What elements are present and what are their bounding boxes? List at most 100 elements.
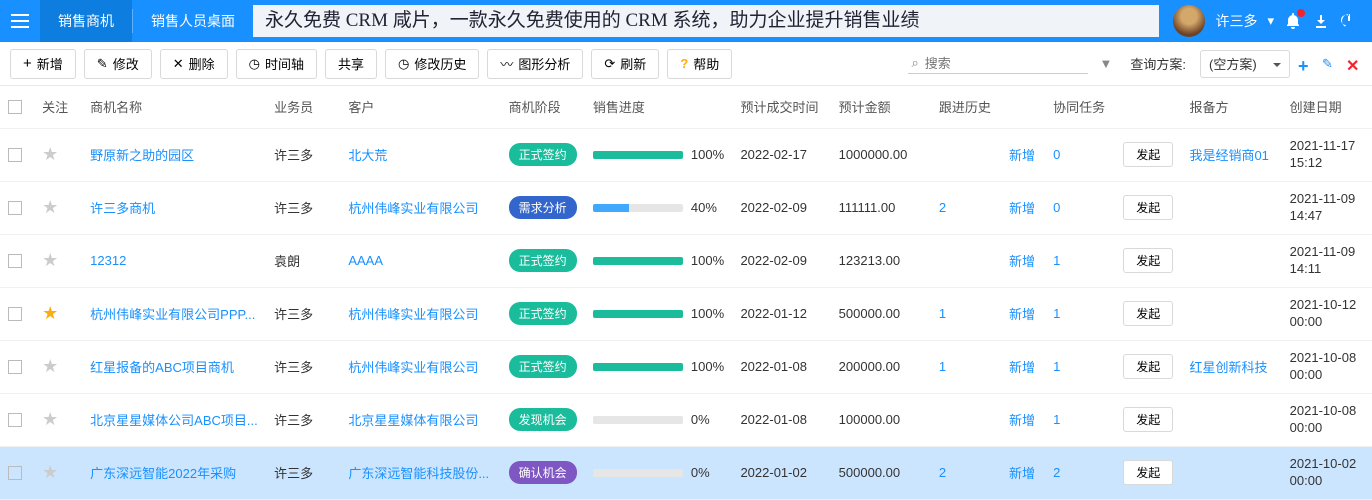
tab-sales-desktop[interactable]: 销售人员桌面: [133, 0, 253, 42]
follow-history-link[interactable]: 1: [939, 306, 946, 321]
download-icon[interactable]: [1312, 12, 1330, 30]
customer-link[interactable]: 杭州伟峰实业有限公司: [348, 360, 478, 375]
add-follow-link[interactable]: 新增: [1009, 254, 1035, 269]
initiate-button[interactable]: 发起: [1123, 142, 1173, 167]
coop-count-link[interactable]: 2: [1053, 465, 1060, 480]
table-row[interactable]: ★12312袁朗AAAA正式签约100%2022-02-09123213.00新…: [0, 234, 1372, 287]
menu-button[interactable]: [0, 0, 40, 42]
follow-history-link[interactable]: 2: [939, 200, 946, 215]
star-icon[interactable]: ★: [42, 356, 58, 376]
refresh-button[interactable]: 刷新: [591, 49, 659, 79]
chart-button[interactable]: 图形分析: [487, 49, 583, 79]
star-icon[interactable]: ★: [42, 250, 58, 270]
logout-icon[interactable]: [1340, 12, 1358, 30]
initiate-button[interactable]: 发起: [1123, 248, 1173, 273]
add-button[interactable]: 新增: [10, 49, 76, 79]
customer-link[interactable]: 北京星星媒体有限公司: [348, 413, 478, 428]
col-stage[interactable]: 商机阶段: [501, 86, 585, 128]
avatar[interactable]: [1173, 5, 1205, 37]
opportunity-name-link[interactable]: 12312: [90, 253, 126, 268]
customer-link[interactable]: 广东深远智能科技股份...: [348, 466, 489, 481]
coop-count-link[interactable]: 1: [1053, 253, 1060, 268]
initiate-button[interactable]: 发起: [1123, 460, 1173, 485]
star-icon[interactable]: ★: [42, 303, 58, 323]
col-reporter[interactable]: 报备方: [1181, 86, 1281, 128]
opportunity-name-link[interactable]: 野原新之助的园区: [90, 148, 194, 163]
initiate-button[interactable]: 发起: [1123, 354, 1173, 379]
opportunity-name-link[interactable]: 红星报备的ABC项目商机: [90, 360, 234, 375]
table-row[interactable]: ★杭州伟峰实业有限公司PPP...许三多杭州伟峰实业有限公司正式签约100%20…: [0, 287, 1372, 340]
col-follow[interactable]: 关注: [34, 86, 82, 128]
user-name[interactable]: 许三多: [1215, 11, 1257, 31]
star-icon[interactable]: ★: [42, 144, 58, 164]
plan-edit-icon[interactable]: ✎: [1322, 56, 1338, 72]
table-row[interactable]: ★红星报备的ABC项目商机许三多杭州伟峰实业有限公司正式签约100%2022-0…: [0, 340, 1372, 393]
share-button[interactable]: 共享: [325, 49, 377, 79]
coop-count-link[interactable]: 1: [1053, 359, 1060, 374]
col-agent[interactable]: 业务员: [266, 86, 340, 128]
table-row[interactable]: ★广东深远智能2022年采购许三多广东深远智能科技股份...确认机会0%2022…: [0, 446, 1372, 499]
add-follow-link[interactable]: 新增: [1009, 307, 1035, 322]
coop-count-link[interactable]: 1: [1053, 306, 1060, 321]
plan-select[interactable]: (空方案): [1200, 50, 1290, 78]
opportunity-name-link[interactable]: 许三多商机: [90, 201, 155, 216]
add-follow-link[interactable]: 新增: [1009, 466, 1035, 481]
initiate-button[interactable]: 发起: [1123, 195, 1173, 220]
select-all-checkbox[interactable]: [8, 100, 22, 114]
customer-link[interactable]: 杭州伟峰实业有限公司: [348, 201, 478, 216]
row-checkbox[interactable]: [8, 201, 22, 215]
customer-link[interactable]: 北大荒: [348, 148, 387, 163]
chevron-down-icon[interactable]: ▾: [1267, 13, 1274, 29]
search-input[interactable]: [925, 56, 1101, 71]
filter-icon[interactable]: ▼: [1096, 56, 1117, 71]
follow-history-link[interactable]: 1: [939, 359, 946, 374]
row-checkbox[interactable]: [8, 413, 22, 427]
customer-link[interactable]: 杭州伟峰实业有限公司: [348, 307, 478, 322]
col-expect-amount[interactable]: 预计金额: [831, 86, 931, 128]
help-button[interactable]: 帮助: [667, 49, 732, 79]
col-progress[interactable]: 销售进度: [585, 86, 733, 128]
reporter-link[interactable]: 我是经销商01: [1189, 148, 1268, 163]
table-row[interactable]: ★许三多商机许三多杭州伟峰实业有限公司需求分析40%2022-02-091111…: [0, 181, 1372, 234]
opportunity-name-link[interactable]: 杭州伟峰实业有限公司PPP...: [90, 307, 255, 322]
coop-count-link[interactable]: 0: [1053, 200, 1060, 215]
history-button[interactable]: 修改历史: [385, 49, 479, 79]
expect-amount-cell: 123213.00: [831, 234, 931, 287]
star-icon[interactable]: ★: [42, 462, 58, 482]
follow-history-link[interactable]: 2: [939, 465, 946, 480]
row-checkbox[interactable]: [8, 254, 22, 268]
add-follow-link[interactable]: 新增: [1009, 148, 1035, 163]
star-icon[interactable]: ★: [42, 409, 58, 429]
tab-sales-opportunity[interactable]: 销售商机: [40, 0, 132, 42]
initiate-button[interactable]: 发起: [1123, 301, 1173, 326]
timeline-button[interactable]: 时间轴: [236, 49, 317, 79]
opportunity-name-link[interactable]: 广东深远智能2022年采购: [90, 466, 236, 481]
col-expect-date[interactable]: 预计成交时间: [732, 86, 830, 128]
customer-link[interactable]: AAAA: [348, 253, 383, 268]
star-icon[interactable]: ★: [42, 197, 58, 217]
reporter-link[interactable]: 红星创新科技: [1189, 360, 1267, 375]
initiate-button[interactable]: 发起: [1123, 407, 1173, 432]
edit-button[interactable]: 修改: [84, 49, 152, 79]
col-customer[interactable]: 客户: [340, 86, 500, 128]
table-row[interactable]: ★北京星星媒体公司ABC项目...许三多北京星星媒体有限公司发现机会0%2022…: [0, 393, 1372, 446]
delete-button[interactable]: 删除: [160, 49, 228, 79]
add-follow-link[interactable]: 新增: [1009, 201, 1035, 216]
add-follow-link[interactable]: 新增: [1009, 413, 1035, 428]
bell-icon[interactable]: [1284, 12, 1302, 30]
row-checkbox[interactable]: [8, 466, 22, 480]
plan-add-icon[interactable]: +: [1298, 56, 1314, 72]
col-follow-history[interactable]: 跟进历史: [931, 86, 1001, 128]
row-checkbox[interactable]: [8, 148, 22, 162]
coop-count-link[interactable]: 1: [1053, 412, 1060, 427]
opportunity-name-link[interactable]: 北京星星媒体公司ABC项目...: [90, 413, 258, 428]
coop-count-link[interactable]: 0: [1053, 147, 1060, 162]
col-create-date[interactable]: 创建日期: [1282, 86, 1372, 128]
row-checkbox[interactable]: [8, 360, 22, 374]
add-follow-link[interactable]: 新增: [1009, 360, 1035, 375]
col-coop-task[interactable]: 协同任务: [1045, 86, 1115, 128]
row-checkbox[interactable]: [8, 307, 22, 321]
plan-close-icon[interactable]: ✕: [1346, 56, 1362, 72]
table-row[interactable]: ★野原新之助的园区许三多北大荒正式签约100%2022-02-171000000…: [0, 128, 1372, 181]
col-name[interactable]: 商机名称: [82, 86, 266, 128]
